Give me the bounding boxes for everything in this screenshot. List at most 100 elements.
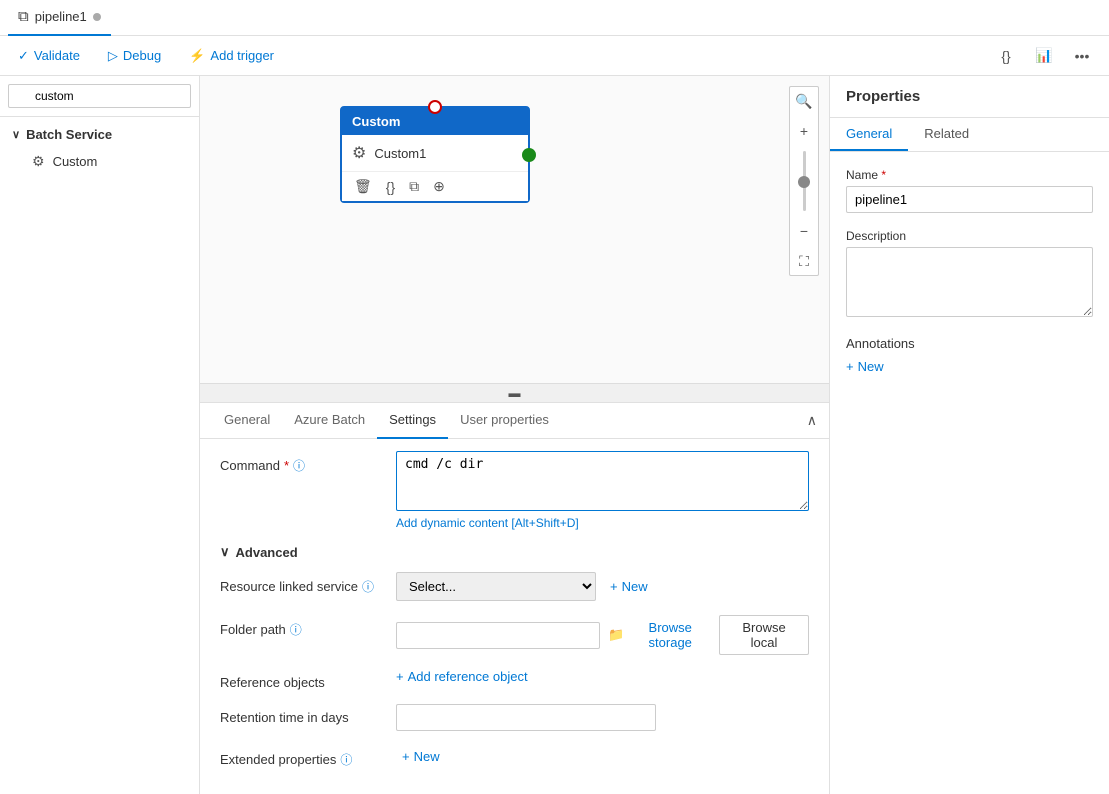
properties-content: Name * Description Annotations + New [830, 152, 1109, 794]
canvas-zoom-out-button[interactable]: − [790, 217, 818, 245]
debug-icon: ▷ [108, 48, 118, 64]
browse-storage-button[interactable]: 📁 Browse storage [608, 620, 711, 650]
name-required: * [881, 168, 886, 182]
action-icon-3: ≡ [171, 154, 179, 169]
folder-path-control: 📁 Browse storage Browse local [396, 615, 809, 655]
command-control: Add dynamic content [Alt+Shift+D] [396, 451, 809, 530]
canvas: Custom ⚙ Custom1 🗑 {} ⧉ ⊕ 🔍 + [200, 76, 829, 383]
reference-objects-row: Reference objects + Add reference object [220, 669, 809, 690]
activity-code-button[interactable]: {} [382, 176, 399, 197]
sidebar-section: ∨ Batch Service ⚙ Custom ≡ ≡ ≡ [0, 117, 199, 179]
activity-header-label: Custom [352, 114, 400, 129]
folder-path-info-icon[interactable]: ⓘ [290, 621, 302, 638]
activity-box[interactable]: Custom ⚙ Custom1 🗑 {} ⧉ ⊕ [340, 106, 530, 203]
action-icon-2: ≡ [162, 154, 170, 169]
more-icon: ••• [1075, 48, 1090, 64]
bottom-panel-tabs: General Azure Batch Settings User proper… [200, 403, 829, 439]
description-label: Description [846, 229, 1093, 243]
advanced-label: Advanced [236, 545, 298, 560]
add-trigger-button[interactable]: ⚡ Add trigger [183, 44, 280, 68]
prop-tab-related[interactable]: Related [908, 118, 985, 151]
folder-path-row: Folder path ⓘ 📁 Browse storage Browse lo… [220, 615, 809, 655]
activity-copy-button[interactable]: ⧉ [405, 176, 423, 197]
prop-tab-general[interactable]: General [830, 118, 908, 151]
toolbar: ✓ Validate ▷ Debug ⚡ Add trigger {} 📊 ••… [0, 36, 1109, 76]
bottom-collapse-handle[interactable]: ▬ [200, 383, 829, 402]
activity-gear-icon: ⚙ [352, 143, 366, 163]
annotations-label: Annotations [846, 336, 1093, 351]
tab-user-properties-label: User properties [460, 412, 549, 427]
command-info-icon[interactable]: ⓘ [293, 457, 305, 474]
name-input[interactable] [846, 186, 1093, 213]
advanced-header[interactable]: ∨ Advanced [220, 544, 809, 560]
tab-general[interactable]: General [212, 403, 282, 439]
sidebar-search-container [0, 76, 199, 117]
pipeline-tab[interactable]: ⧉ pipeline1 [8, 0, 111, 36]
extended-properties-control: + New [396, 745, 809, 768]
add-reference-object-label: Add reference object [408, 669, 528, 684]
retention-time-label: Retention time in days [220, 704, 380, 725]
new-linked-service-button[interactable]: + New [604, 575, 654, 598]
extended-properties-row: Extended properties ⓘ + New [220, 745, 809, 768]
command-row: Command * ⓘ Add dynamic content [Alt+Shi… [220, 451, 809, 530]
batch-service-label: Batch Service [26, 127, 112, 142]
canvas-slider[interactable] [790, 147, 818, 215]
sidebar: ∨ Batch Service ⚙ Custom ≡ ≡ ≡ [0, 76, 200, 794]
canvas-magnify-button[interactable]: 🔍 [790, 87, 818, 115]
activity-dot-right [522, 148, 536, 162]
prop-tab-general-label: General [846, 126, 892, 141]
monitor-button[interactable]: 📊 [1029, 41, 1059, 71]
add-reference-object-button[interactable]: + Add reference object [396, 669, 528, 684]
tab-azure-batch-label: Azure Batch [294, 412, 365, 427]
sidebar-item-custom[interactable]: ⚙ Custom ≡ ≡ ≡ [8, 148, 191, 175]
resource-linked-service-select[interactable]: Select... [396, 572, 596, 601]
activity-actions: 🗑 {} ⧉ ⊕ [342, 171, 528, 201]
resource-linked-service-row: Resource linked service ⓘ Select... + Ne… [220, 572, 809, 601]
resource-info-icon[interactable]: ⓘ [362, 578, 374, 595]
main-layout: ∨ Batch Service ⚙ Custom ≡ ≡ ≡ Custom [0, 76, 1109, 794]
folder-path-label: Folder path ⓘ [220, 615, 380, 638]
description-field: Description [846, 229, 1093, 320]
advanced-chevron-icon: ∨ [220, 544, 230, 560]
activity-arrow-button[interactable]: ⊕ [429, 176, 449, 197]
dynamic-content-link[interactable]: Add dynamic content [Alt+Shift+D] [396, 516, 809, 530]
toolbar-right: {} 📊 ••• [991, 41, 1097, 71]
command-textarea[interactable] [396, 451, 809, 511]
new-extended-label: New [414, 749, 440, 764]
plus-extended-icon: + [402, 749, 410, 764]
plus-icon: + [610, 579, 618, 594]
resource-linked-service-label: Resource linked service ⓘ [220, 572, 380, 595]
more-button[interactable]: ••• [1067, 41, 1097, 71]
plus-annotation-icon: + [846, 359, 854, 374]
description-textarea[interactable] [846, 247, 1093, 317]
new-extended-property-button[interactable]: + New [396, 745, 446, 768]
extended-properties-label: Extended properties ⓘ [220, 745, 380, 768]
validate-label: Validate [34, 48, 80, 63]
add-annotation-button[interactable]: + New [846, 359, 884, 374]
trigger-icon: ⚡ [189, 48, 205, 64]
tab-user-properties[interactable]: User properties [448, 403, 561, 439]
properties-panel: Properties General Related Name * Descri… [829, 76, 1109, 794]
batch-service-section[interactable]: ∨ Batch Service [8, 121, 191, 148]
chevron-down-icon: ∨ [12, 128, 20, 141]
browse-local-button[interactable]: Browse local [719, 615, 809, 655]
reference-objects-label: Reference objects [220, 669, 380, 690]
extended-properties-info-icon[interactable]: ⓘ [340, 751, 352, 768]
resource-linked-service-control: Select... + New [396, 572, 809, 601]
activity-delete-button[interactable]: 🗑 [350, 176, 376, 197]
code-button[interactable]: {} [991, 41, 1021, 71]
tab-general-label: General [224, 412, 270, 427]
folder-path-input[interactable] [396, 622, 600, 649]
canvas-fit-button[interactable]: ⛶ [790, 247, 818, 275]
retention-time-input[interactable] [396, 704, 656, 731]
tab-azure-batch[interactable]: Azure Batch [282, 403, 377, 439]
canvas-zoom-in-button[interactable]: + [790, 117, 818, 145]
tab-settings[interactable]: Settings [377, 403, 448, 439]
custom-item-label: Custom [53, 154, 98, 169]
search-input[interactable] [8, 84, 191, 108]
debug-button[interactable]: ▷ Debug [102, 44, 167, 68]
panel-collapse-button[interactable]: ∧ [807, 412, 817, 429]
center-area: Custom ⚙ Custom1 🗑 {} ⧉ ⊕ 🔍 + [200, 76, 829, 794]
validate-button[interactable]: ✓ Validate [12, 44, 86, 68]
properties-tabs: General Related [830, 118, 1109, 152]
